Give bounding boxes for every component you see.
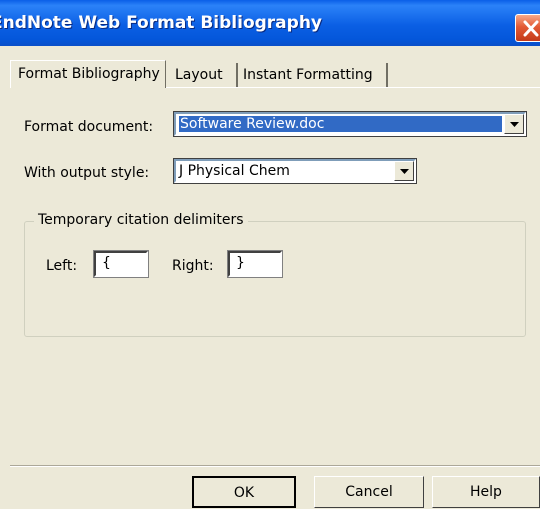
output-style-label: With output style: — [24, 165, 150, 181]
tab-instant-formatting[interactable]: Instant Formatting — [238, 63, 388, 87]
chevron-down-icon — [400, 169, 409, 174]
format-document-select[interactable]: Software Review.doc — [173, 111, 527, 137]
output-style-select[interactable]: J Physical Chem — [173, 158, 417, 184]
output-style-value: J Physical Chem — [179, 163, 290, 179]
dropdown-button[interactable] — [394, 161, 414, 181]
format-document-value: Software Review.doc — [179, 116, 502, 132]
dropdown-button[interactable] — [504, 114, 524, 134]
right-delimiter-input[interactable]: } — [227, 250, 283, 278]
close-button[interactable] — [515, 14, 540, 42]
title-bar[interactable]: EndNote Web Format Bibliography — [0, 0, 540, 46]
ok-button[interactable]: OK — [192, 476, 296, 508]
window-title: EndNote Web Format Bibliography — [0, 13, 323, 33]
left-delimiter-input[interactable]: { — [93, 250, 149, 278]
chevron-down-icon — [510, 122, 519, 127]
close-x-icon — [523, 20, 539, 37]
delimiters-group-title: Temporary citation delimiters — [34, 212, 248, 228]
tab-format-bibliography[interactable]: Format Bibliography — [10, 60, 166, 88]
format-document-label: Format document: — [24, 119, 154, 135]
tab-layout[interactable]: Layout — [170, 63, 238, 87]
dialog-body: Format Bibliography Layout Instant Forma… — [0, 46, 540, 509]
delimiters-groupbox — [24, 221, 526, 337]
cancel-button[interactable]: Cancel — [314, 476, 424, 508]
left-delimiter-label: Left: — [46, 258, 78, 274]
right-delimiter-label: Right: — [172, 258, 214, 274]
button-separator — [10, 465, 540, 467]
help-button[interactable]: Help — [432, 476, 540, 508]
